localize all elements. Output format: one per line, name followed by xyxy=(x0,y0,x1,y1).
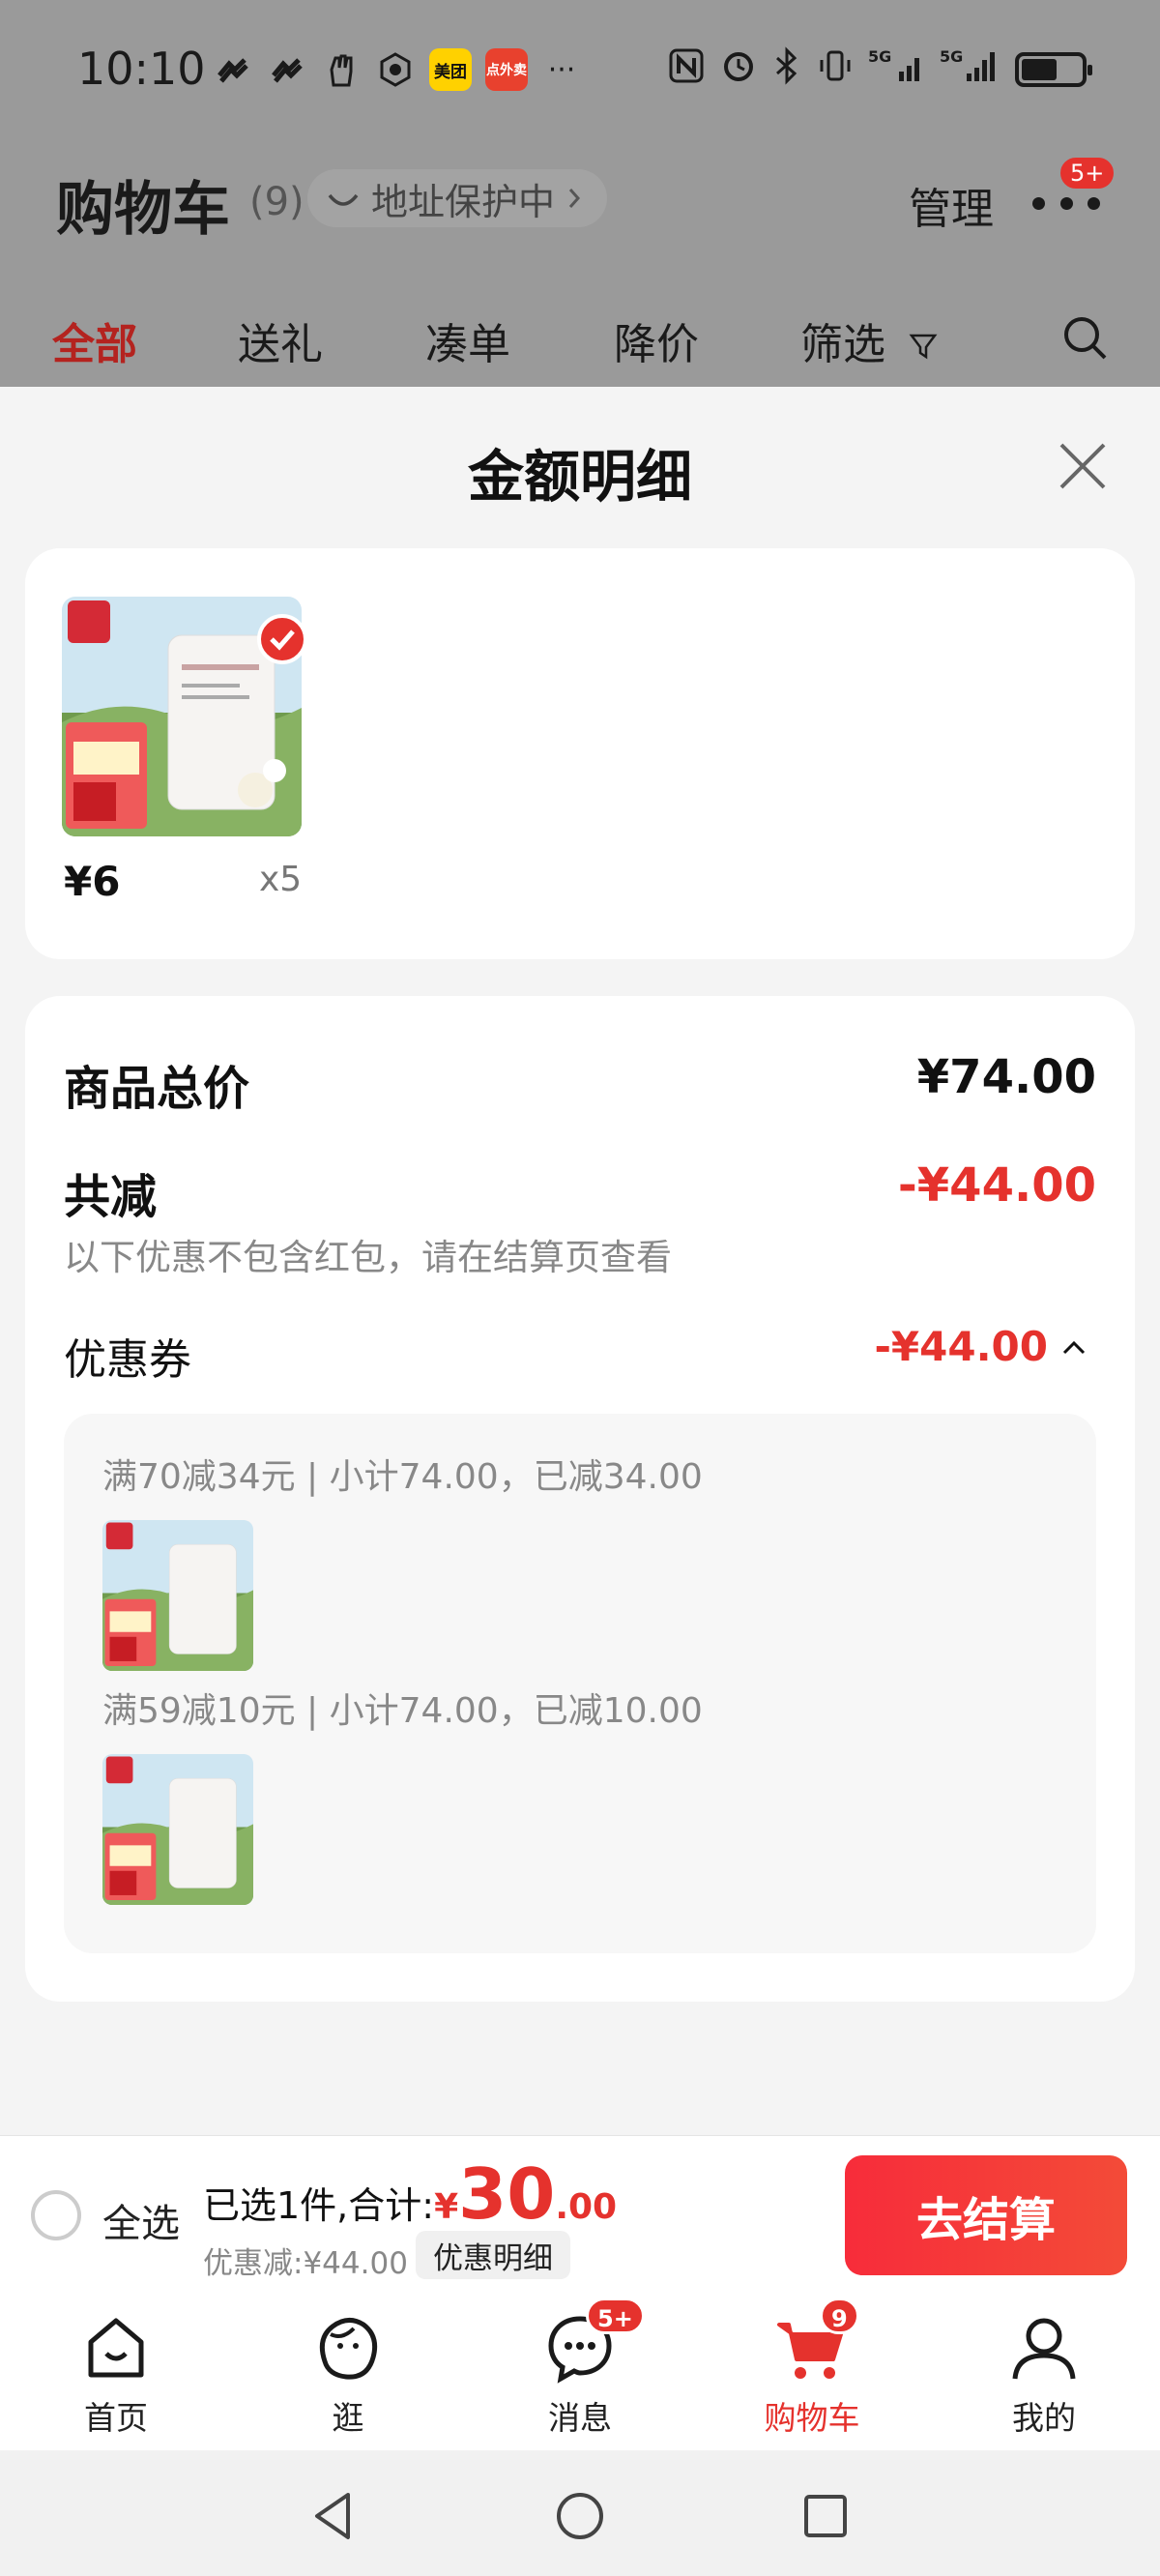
cart-tabs: 全部 送礼 凑单 降价 筛选 xyxy=(0,309,1160,377)
system-icons: 5G 5G xyxy=(667,46,1092,92)
home-nav-icon[interactable] xyxy=(551,2487,609,2545)
address-protection-badge[interactable]: 地址保护中 xyxy=(307,169,608,227)
address-protection-label: 地址保护中 xyxy=(371,180,556,223)
discount-detail-button[interactable]: 优惠明细 xyxy=(416,2231,570,2279)
coupon-rule: 满59减10元 | 小计74.00，已减10.00 xyxy=(102,1691,703,1731)
sheet-title: 金额明细 xyxy=(467,444,692,510)
selected-count-text: 已选1件,合计: xyxy=(203,2184,435,2227)
hand-icon xyxy=(321,49,362,90)
status-time: 10:10 xyxy=(77,43,206,95)
coupon-product-thumb[interactable] xyxy=(102,1520,253,1671)
filter-icon xyxy=(909,334,938,360)
status-bar: 10:10 美团 点外卖 ··· 5G 5G xyxy=(0,0,1160,145)
page-title: 购物车 xyxy=(56,176,230,244)
coupon-rule: 满70减34元 | 小计74.00，已减34.00 xyxy=(102,1457,703,1497)
tab-messages-label: 消息 xyxy=(548,2399,612,2437)
price-summary-card: 商品总价 ¥74.00 共减 -¥44.00 以下优惠不包含红包，请在结算页查看… xyxy=(25,996,1135,2002)
notification-icons: 美团 点外卖 ··· xyxy=(213,48,582,91)
shield-icon xyxy=(375,49,416,90)
tab-home[interactable]: 首页 xyxy=(48,2311,184,2446)
selected-items-card: ¥6 x5 xyxy=(25,548,1135,959)
cart-icon: 9 xyxy=(775,2298,859,2385)
total-price-value: ¥74.00 xyxy=(916,1050,1096,1104)
coupon-product-thumb[interactable] xyxy=(102,1754,253,1905)
more-notifications-icon: ··· xyxy=(547,52,576,87)
bottom-tab-bar: 首页 逛 5+ 消息 9 购物车 我的 xyxy=(0,2294,1160,2450)
svg-text:5G: 5G xyxy=(940,47,963,66)
tab-gift[interactable]: 送礼 xyxy=(238,309,323,371)
discount-note: 以下优惠不包含红包，请在结算页查看 xyxy=(64,1237,672,1278)
coupon-toggle[interactable]: -¥44.00 xyxy=(874,1323,1087,1370)
messages-badge: 5+ xyxy=(586,2298,645,2334)
discount-summary: 优惠减:¥44.00 xyxy=(203,2246,408,2281)
amount-detail-sheet: 金额明细 ¥6 x5 商品总价 ¥74.00 共减 -¥44.00 以下优惠不包… xyxy=(0,389,1160,2135)
smile-icon xyxy=(327,177,360,220)
tab-cart-label: 购物车 xyxy=(764,2399,860,2437)
total-amount-decimal: .00 xyxy=(555,2187,618,2227)
total-currency: ¥ xyxy=(434,2187,459,2227)
profile-icon xyxy=(1007,2311,1081,2385)
battery-icon xyxy=(1015,51,1092,87)
alarm-icon xyxy=(719,46,758,92)
vibrate-icon xyxy=(816,46,855,92)
back-icon[interactable] xyxy=(305,2487,363,2545)
total-price-label: 商品总价 xyxy=(64,1062,250,1116)
chevron-up-icon xyxy=(1062,1340,1086,1354)
item-price: ¥6 xyxy=(64,858,121,905)
item-quantity: x5 xyxy=(259,860,303,899)
tab-profile-label: 我的 xyxy=(1012,2399,1076,2437)
signal-5g-icon: 5G xyxy=(940,46,1001,92)
close-icon[interactable] xyxy=(1056,439,1110,493)
total-amount-integer: 30 xyxy=(458,2153,556,2235)
tab-messages[interactable]: 5+ 消息 xyxy=(512,2298,648,2446)
tab-explore-label: 逛 xyxy=(332,2399,364,2437)
coupon-label: 优惠券 xyxy=(64,1335,191,1385)
select-all-label[interactable]: 全选 xyxy=(102,2192,180,2248)
explore-icon xyxy=(311,2311,385,2385)
wechat-icon xyxy=(267,49,307,90)
discount-label: 共减 xyxy=(64,1170,158,1224)
wechat-icon xyxy=(213,49,253,90)
coupon-detail-list: 满70减34元 | 小计74.00，已减34.00 满59减10元 | 小计74… xyxy=(64,1414,1096,1953)
coupon-value: -¥44.00 xyxy=(874,1323,1048,1370)
tab-explore[interactable]: 逛 xyxy=(280,2311,416,2446)
tab-bundle[interactable]: 凑单 xyxy=(425,309,510,371)
nfc-icon xyxy=(667,46,706,92)
system-nav-bar xyxy=(0,2450,1160,2576)
eleme-icon: 点外卖 xyxy=(485,48,528,91)
tab-price-drop[interactable]: 降价 xyxy=(614,309,699,371)
recents-icon[interactable] xyxy=(797,2487,855,2545)
cart-count: (9) xyxy=(249,180,304,224)
search-icon[interactable] xyxy=(1058,311,1111,364)
tab-home-label: 首页 xyxy=(84,2399,148,2437)
bluetooth-icon xyxy=(771,46,802,92)
discount-value: -¥44.00 xyxy=(897,1158,1096,1213)
meituan-icon: 美团 xyxy=(429,48,472,91)
manage-button[interactable]: 管理 xyxy=(909,174,994,236)
tab-profile[interactable]: 我的 xyxy=(976,2311,1112,2446)
chevron-right-icon xyxy=(566,177,582,220)
signal-5g-icon: 5G xyxy=(868,46,926,92)
total-summary: 已选1件,合计: ¥ 30 .00 xyxy=(203,2159,617,2229)
home-icon xyxy=(79,2311,153,2385)
selected-check-icon xyxy=(257,614,307,664)
checkout-bar: 全选 已选1件,合计: ¥ 30 .00 优惠减:¥44.00 优惠明细 去结算 xyxy=(0,2135,1160,2294)
message-icon: 5+ xyxy=(543,2298,645,2385)
svg-text:5G: 5G xyxy=(868,47,891,66)
tab-filter[interactable]: 筛选 xyxy=(800,309,938,371)
tab-filter-label: 筛选 xyxy=(800,320,885,369)
select-all-radio[interactable] xyxy=(31,2190,81,2240)
cart-header: 购物车 (9) 地址保护中 管理 5+ 全部 送礼 凑单 降价 筛选 xyxy=(0,145,1160,387)
more-badge: 5+ xyxy=(1058,155,1117,191)
tab-cart[interactable]: 9 购物车 xyxy=(744,2298,880,2446)
checkout-button[interactable]: 去结算 xyxy=(845,2155,1127,2275)
cart-badge: 9 xyxy=(820,2298,859,2334)
tab-all[interactable]: 全部 xyxy=(52,309,137,371)
